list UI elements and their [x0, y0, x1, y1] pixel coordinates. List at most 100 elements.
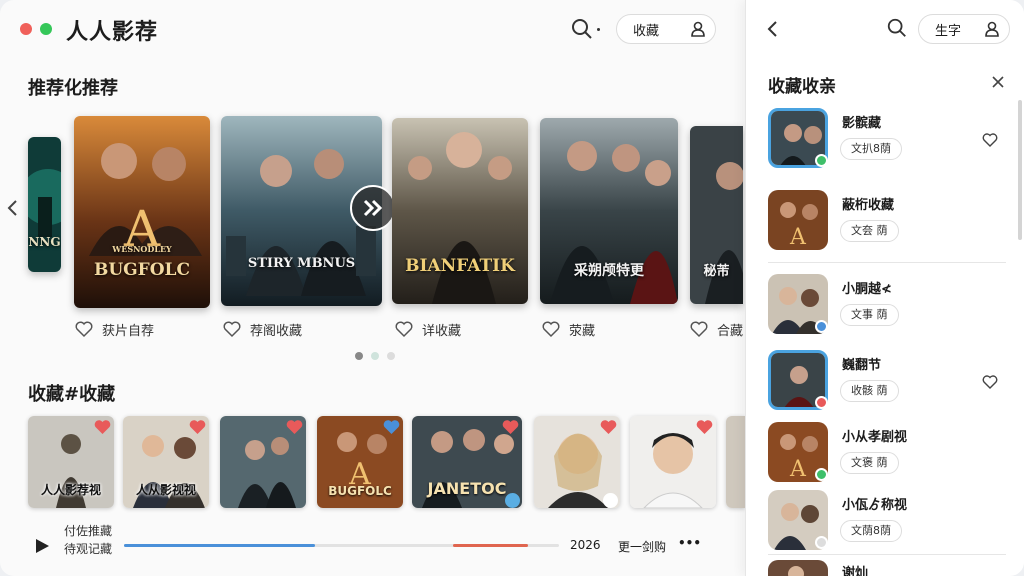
caption-text: 详收藏: [422, 323, 462, 339]
back-icon[interactable]: [766, 20, 780, 38]
sidebar-scrollbar[interactable]: [1018, 100, 1022, 240]
caption-text: 合藏: [717, 323, 744, 339]
poster-title: 采朔颅特更: [574, 263, 644, 279]
favorite-thumb[interactable]: 人人影荐视: [28, 416, 114, 508]
poster-caption-2[interactable]: 荐阁收藏: [222, 319, 302, 339]
favorite-thumb[interactable]: 人从影视视: [123, 416, 209, 508]
caption-text: 荥藏: [569, 323, 596, 339]
favorite-thumb[interactable]: JANETOC: [412, 416, 522, 508]
poster-caption-3[interactable]: 详收藏: [394, 319, 461, 339]
sidebar-item[interactable]: 小胴越≮ 文事 荫: [768, 274, 1018, 338]
thumb-label: BUGFOLC: [328, 484, 392, 498]
heart-outline-icon: [223, 321, 241, 338]
item-name: 蔽桁收藏: [842, 198, 895, 213]
carousel-prev-icon[interactable]: [6, 198, 20, 218]
user-icon: [691, 21, 705, 37]
sidebar-item[interactable]: A 小从孝剧视 文褒 荫: [768, 422, 1018, 486]
item-tag[interactable]: 文夽 荫: [840, 220, 899, 242]
heart-outline-icon: [542, 321, 560, 338]
heart-icon[interactable]: [600, 419, 617, 435]
search-icon[interactable]: [570, 17, 594, 41]
recommended-poster-1[interactable]: A WESNODLEY BUGFOLC: [74, 116, 210, 308]
item-tag[interactable]: 文荫8荫: [840, 520, 902, 542]
carousel-next-button[interactable]: [350, 185, 396, 231]
poster-title: NNG: [28, 235, 61, 249]
window-controls: [20, 23, 52, 35]
favorites-sidebar: 生字 收藏收亲 影髌藏 文扒8荫 A 蔽桁收藏 文夽 荫 小胴越≮ 文事 荫 巍…: [745, 0, 1024, 576]
poster-title: BUGFOLC: [93, 260, 191, 280]
app-title: 人人影荐: [66, 20, 159, 45]
item-tag[interactable]: 文褒 荫: [840, 452, 899, 474]
caption-text: 获片自荐: [102, 323, 155, 339]
heart-icon[interactable]: [696, 419, 713, 435]
heart-icon[interactable]: [286, 419, 303, 435]
close-window-button[interactable]: [20, 23, 32, 35]
double-chevron-right-icon: [363, 199, 383, 217]
sidebar-item[interactable]: 谢灿: [768, 560, 1018, 576]
user-icon: [985, 21, 999, 37]
player-status: 更一剑购: [618, 540, 667, 554]
item-tag[interactable]: 收骸 荫: [840, 380, 899, 402]
sidebar-title: 收藏收亲: [768, 77, 836, 97]
poster-caption-1[interactable]: 获片自荐: [74, 319, 154, 339]
favorite-thumb[interactable]: A BUGFOLC: [317, 416, 403, 508]
pager-dot[interactable]: [371, 352, 379, 360]
recommended-poster-5[interactable]: 秘芾: [690, 126, 743, 304]
recommended-poster-3[interactable]: BIANFATIK: [392, 118, 528, 304]
player-line-2: 待观记藏: [64, 542, 113, 556]
poster-caption-5[interactable]: 合藏: [689, 319, 743, 339]
sidebar-item[interactable]: 巍翻节 收骸 荫: [768, 350, 1018, 414]
favorite-thumb[interactable]: [630, 416, 716, 508]
heart-icon[interactable]: [94, 419, 111, 435]
favorites-button[interactable]: 收藏: [616, 14, 716, 44]
poster-caption-4[interactable]: 荥藏: [541, 319, 595, 339]
player-date: 2026: [570, 538, 601, 552]
item-tag[interactable]: 文扒8荫: [840, 138, 902, 160]
status-badge: [815, 468, 828, 481]
status-badge: [815, 396, 828, 409]
sidebar-item[interactable]: 影髌藏 文扒8荫: [768, 108, 1018, 172]
pager-dot-active[interactable]: [355, 352, 363, 360]
sidebar-item[interactable]: A 蔽桁收藏 文夽 荫: [768, 190, 1018, 254]
heart-outline-icon: [395, 321, 413, 338]
heart-outline-icon[interactable]: [982, 132, 998, 148]
favorites-section-title: 收藏#收藏: [28, 384, 116, 405]
caption-text: 荐阁收藏: [250, 323, 303, 339]
heart-icon[interactable]: [383, 419, 400, 435]
item-name: 小佤ゟ称视: [842, 498, 908, 513]
maximize-window-button[interactable]: [40, 23, 52, 35]
heart-outline-icon: [690, 321, 708, 338]
player-line-1: 付佐推藏: [64, 524, 113, 538]
sidebar-user-button[interactable]: 生字: [918, 14, 1010, 44]
favorites-button-label: 收藏: [633, 23, 660, 39]
heart-outline-icon[interactable]: [982, 374, 998, 390]
item-name: 影髌藏: [842, 116, 882, 131]
divider: [768, 554, 1006, 555]
favorite-thumb[interactable]: [220, 416, 306, 508]
recommended-section-title: 推荐化推荐: [28, 78, 118, 99]
play-icon[interactable]: [34, 538, 50, 554]
buffer-marker: [453, 544, 528, 547]
search-icon[interactable]: [886, 17, 908, 39]
carousel-pager: [355, 352, 395, 360]
progress-fill: [124, 544, 315, 547]
favorite-thumb-partial[interactable]: [726, 416, 745, 508]
status-badge: [815, 154, 828, 167]
pager-dot[interactable]: [387, 352, 395, 360]
more-options-button[interactable]: •••: [678, 536, 701, 550]
divider: [768, 262, 1006, 263]
item-name: 巍翻节: [842, 358, 882, 373]
item-tag[interactable]: 文事 荫: [840, 304, 899, 326]
status-badge: [815, 536, 828, 549]
favorite-thumb[interactable]: [534, 416, 620, 508]
status-badge: [815, 320, 828, 333]
heart-icon[interactable]: [502, 419, 519, 435]
heart-icon[interactable]: [189, 419, 206, 435]
player-bar: 付佐推藏 待观记藏 2026 更一剑购 •••: [28, 520, 718, 560]
item-name: 小胴越≮: [842, 282, 892, 297]
recommended-poster-0[interactable]: NNG: [28, 137, 61, 272]
close-icon[interactable]: [992, 76, 1004, 88]
recommended-poster-4[interactable]: 采朔颅特更: [540, 118, 678, 304]
sidebar-item[interactable]: 小佤ゟ称视 文荫8荫: [768, 490, 1018, 554]
poster-title: BIANFATIK: [405, 256, 515, 276]
